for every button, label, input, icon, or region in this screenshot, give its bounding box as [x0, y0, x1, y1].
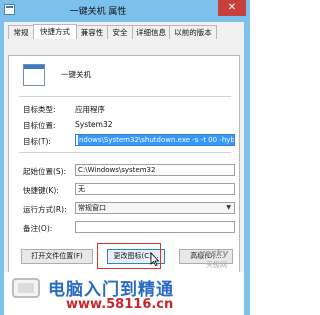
tab-shortcut[interactable]: 快捷方式 [33, 24, 77, 39]
mouse-cursor-icon [150, 252, 160, 266]
shortcut-key-label: 快捷键(K): [23, 186, 59, 195]
divider [19, 96, 231, 97]
tab-security[interactable]: 安全 [107, 25, 133, 39]
watermark-tianji: 天极网 [206, 261, 227, 269]
run-select-value: 常规窗口 [78, 204, 106, 212]
target-type-value: 应用程序 [75, 105, 105, 114]
target-input[interactable]: ndows\System32\shutdown.exe -s -t 00 -hy… [75, 134, 235, 146]
tab-compatibility[interactable]: 兼容性 [76, 25, 108, 39]
run-label: 运行方式(R): [23, 205, 67, 214]
footer-banner: 电脑入门到精通 www.58116.cn [4, 272, 244, 315]
window-title: 一键关机 属性 [69, 7, 127, 17]
shortcut-name[interactable]: 一键关机 [61, 69, 231, 81]
target-input-value: ndows\System32\shutdown.exe -s -t 00 -hy… [78, 135, 234, 145]
tab-previous-versions[interactable]: 以前的版本 [169, 25, 217, 39]
tab-general[interactable]: 常规 [8, 25, 34, 39]
shortcut-key-input[interactable]: 无 [75, 183, 235, 195]
close-button[interactable]: ✕ [218, 0, 246, 16]
monitor-logo-icon [12, 278, 40, 298]
target-label: 目标(T): [23, 137, 51, 146]
target-location-label: 目标位置: [23, 121, 56, 130]
chevron-down-icon: ▼ [226, 204, 231, 211]
comment-input[interactable] [75, 221, 235, 233]
watermark-yesky: yesky [199, 249, 229, 259]
comment-label: 备注(O): [23, 224, 53, 233]
shortcut-icon [23, 64, 45, 86]
properties-window: 一键关机 属性 ✕ 常规 快捷方式 兼容性 安全 详细信息 以前的版本 一键关机… [0, 0, 250, 315]
start-in-label: 起始位置(S): [23, 167, 67, 176]
target-location-value: System32 [75, 120, 113, 129]
title-bar: 一键关机 属性 ✕ [0, 0, 250, 22]
footer-url: www.58116.cn [66, 297, 174, 312]
run-select[interactable]: 常规窗口 ▼ [75, 202, 235, 214]
divider [19, 152, 231, 153]
target-type-label: 目标类型: [23, 105, 56, 114]
tab-details[interactable]: 详细信息 [132, 25, 170, 39]
start-in-input[interactable]: C:\Windows\system32 [75, 164, 235, 176]
open-file-location-button[interactable]: 打开文件位置(F) [21, 249, 93, 264]
